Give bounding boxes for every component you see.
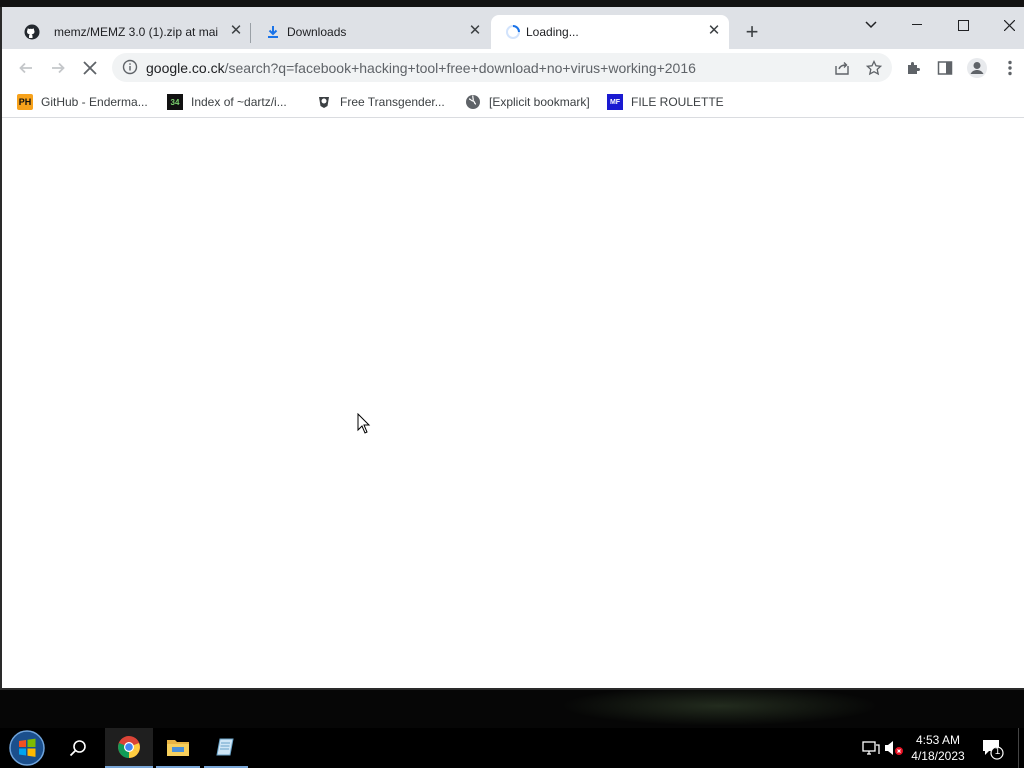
mouse-cursor-icon xyxy=(357,412,371,435)
tab-title: Loading... xyxy=(526,25,579,39)
url-text: google.co.ck/search?q=facebook+hacking+t… xyxy=(146,60,696,76)
search-icon[interactable] xyxy=(56,728,100,768)
system-clock[interactable]: 4:53 AM 4/18/2023 xyxy=(906,732,970,764)
github-icon xyxy=(24,24,40,40)
taskbar-file-explorer[interactable] xyxy=(156,728,200,768)
tab-github[interactable]: memz/MEMZ 3.0 (1).zip at mai ✕ xyxy=(10,15,250,49)
index-page-icon: 34 xyxy=(167,94,183,110)
desktop-wallpaper-glow xyxy=(560,686,880,726)
minimize-button[interactable] xyxy=(894,11,940,39)
tab-close-icon[interactable]: ✕ xyxy=(706,23,722,39)
bookmark-label: Free Transgender... xyxy=(340,95,445,109)
back-arrow-icon[interactable] xyxy=(13,55,39,81)
tab-title: memz/MEMZ 3.0 (1).zip at mai xyxy=(54,25,219,39)
taskbar-notepad[interactable] xyxy=(204,728,248,768)
address-bar[interactable]: google.co.ck/search?q=facebook+hacking+t… xyxy=(112,53,892,82)
share-icon[interactable] xyxy=(832,58,852,78)
side-panel-icon[interactable] xyxy=(932,55,958,81)
clock-time: 4:53 AM xyxy=(915,733,961,747)
notification-count: 1 xyxy=(994,746,1001,757)
network-icon[interactable] xyxy=(861,738,881,758)
loading-spinner-icon xyxy=(505,24,521,40)
close-window-button[interactable] xyxy=(986,11,1024,39)
tab-loading[interactable]: Loading... ✕ xyxy=(491,15,729,49)
bookmark-explicit[interactable]: [Explicit bookmark] xyxy=(465,92,590,112)
tab-search-chevron-icon[interactable] xyxy=(848,11,894,39)
maximize-button[interactable] xyxy=(940,11,986,39)
chrome-icon xyxy=(118,736,140,758)
volume-muted-icon[interactable] xyxy=(884,738,904,758)
notepad-icon xyxy=(216,738,234,756)
bookmark-label: FILE ROULETTE xyxy=(631,95,724,109)
file-roulette-icon: MF xyxy=(607,94,623,110)
bookmark-github-enderman[interactable]: PH GitHub - Enderma... xyxy=(17,92,148,112)
url-domain: google.co.ck xyxy=(146,60,225,76)
tab-title: Downloads xyxy=(287,25,347,39)
bookmark-free-transgender[interactable]: Free Transgender... xyxy=(316,92,445,112)
site-info-icon[interactable] xyxy=(122,59,138,75)
bookmarks-bar: PH GitHub - Enderma... 34 Index of ~dart… xyxy=(2,86,1024,118)
forward-arrow-icon[interactable] xyxy=(45,55,71,81)
extensions-puzzle-icon[interactable] xyxy=(900,55,926,81)
site-logo-icon xyxy=(316,94,332,110)
bookmark-file-roulette[interactable]: MF FILE ROULETTE xyxy=(607,92,724,112)
profile-avatar-icon[interactable] xyxy=(964,55,990,81)
url-path: /search?q=facebook+hacking+tool+free+dow… xyxy=(224,60,696,76)
bookmark-star-icon[interactable] xyxy=(864,58,884,78)
tab-close-icon[interactable]: ✕ xyxy=(228,23,244,39)
action-center-icon[interactable]: 1 xyxy=(980,736,1004,760)
start-button[interactable] xyxy=(4,728,50,768)
windows-start-orb-icon xyxy=(9,730,45,766)
browser-toolbar: google.co.ck/search?q=facebook+hacking+t… xyxy=(2,49,1024,86)
page-content-blank xyxy=(2,119,1024,688)
download-icon xyxy=(265,24,281,40)
tab-strip: memz/MEMZ 3.0 (1).zip at mai ✕ Downloads… xyxy=(2,7,1024,49)
stop-loading-icon[interactable] xyxy=(77,55,103,81)
bookmark-label: [Explicit bookmark] xyxy=(489,95,590,109)
taskbar: 4:53 AM 4/18/2023 1 xyxy=(0,728,1024,768)
new-tab-button[interactable]: + xyxy=(740,21,764,45)
chrome-window: memz/MEMZ 3.0 (1).zip at mai ✕ Downloads… xyxy=(0,7,1024,690)
folder-icon xyxy=(167,740,189,756)
bookmark-index-dartz[interactable]: 34 Index of ~dartz/i... xyxy=(167,92,287,112)
show-desktop-button[interactable] xyxy=(1018,728,1019,768)
globe-icon xyxy=(465,94,481,110)
clock-date: 4/18/2023 xyxy=(911,749,965,763)
taskbar-chrome[interactable] xyxy=(105,728,153,768)
tab-downloads[interactable]: Downloads ✕ xyxy=(251,15,491,49)
tab-close-icon[interactable]: ✕ xyxy=(467,23,483,39)
ph-logo-icon: PH xyxy=(17,94,33,110)
bookmark-label: Index of ~dartz/i... xyxy=(191,95,287,109)
more-menu-icon[interactable] xyxy=(997,55,1023,81)
bookmark-label: GitHub - Enderma... xyxy=(41,95,148,109)
